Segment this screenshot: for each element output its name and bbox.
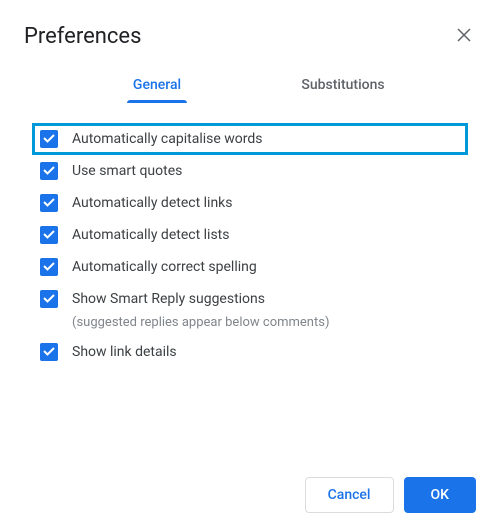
option-link-details[interactable]: Show link details — [32, 336, 468, 368]
checkbox-smart-quotes[interactable] — [40, 162, 58, 180]
option-detect-lists[interactable]: Automatically detect lists — [32, 219, 468, 251]
checkmark-icon — [42, 162, 56, 181]
dialog-header: Preferences — [24, 24, 476, 49]
dialog-footer: Cancel OK — [305, 477, 476, 513]
option-correct-spelling[interactable]: Automatically correct spelling — [32, 251, 468, 283]
checkmark-icon — [42, 226, 56, 245]
checkbox-correct-spelling[interactable] — [40, 258, 58, 276]
tabs: General Substitutions — [24, 65, 476, 103]
tab-substitutions[interactable]: Substitutions — [250, 65, 436, 103]
option-detect-links[interactable]: Automatically detect links — [32, 187, 468, 219]
preferences-dialog: Preferences General Substitutions Automa… — [0, 0, 500, 368]
tab-general[interactable]: General — [64, 65, 250, 103]
cancel-button[interactable]: Cancel — [305, 477, 394, 513]
checkmark-icon — [42, 343, 56, 362]
option-label: Use smart quotes — [72, 163, 182, 179]
checkbox-link-details[interactable] — [40, 343, 58, 361]
option-label: Show Smart Reply suggestions — [72, 291, 265, 307]
option-smart-quotes[interactable]: Use smart quotes — [32, 155, 468, 187]
close-icon — [457, 25, 471, 48]
checkmark-icon — [42, 290, 56, 309]
checkbox-detect-lists[interactable] — [40, 226, 58, 244]
checkmark-icon — [42, 130, 56, 149]
option-label: Automatically detect links — [72, 195, 233, 211]
checkbox-smart-reply[interactable] — [40, 290, 58, 308]
checkbox-auto-capitalise[interactable] — [40, 130, 58, 148]
dialog-title: Preferences — [24, 24, 141, 49]
option-label: Automatically detect lists — [72, 227, 229, 243]
option-label: Automatically correct spelling — [72, 259, 257, 275]
option-smart-reply[interactable]: Show Smart Reply suggestions — [32, 283, 468, 315]
checkmark-icon — [42, 194, 56, 213]
checkmark-icon — [42, 258, 56, 277]
smart-reply-helper: (suggested replies appear below comments… — [32, 315, 468, 336]
checkbox-detect-links[interactable] — [40, 194, 58, 212]
option-auto-capitalise[interactable]: Automatically capitalise words — [32, 123, 468, 155]
close-button[interactable] — [452, 25, 476, 49]
options-list: Automatically capitalise words Use smart… — [24, 123, 476, 368]
ok-button[interactable]: OK — [404, 477, 477, 513]
option-label: Automatically capitalise words — [72, 131, 263, 147]
option-label: Show link details — [72, 344, 177, 360]
